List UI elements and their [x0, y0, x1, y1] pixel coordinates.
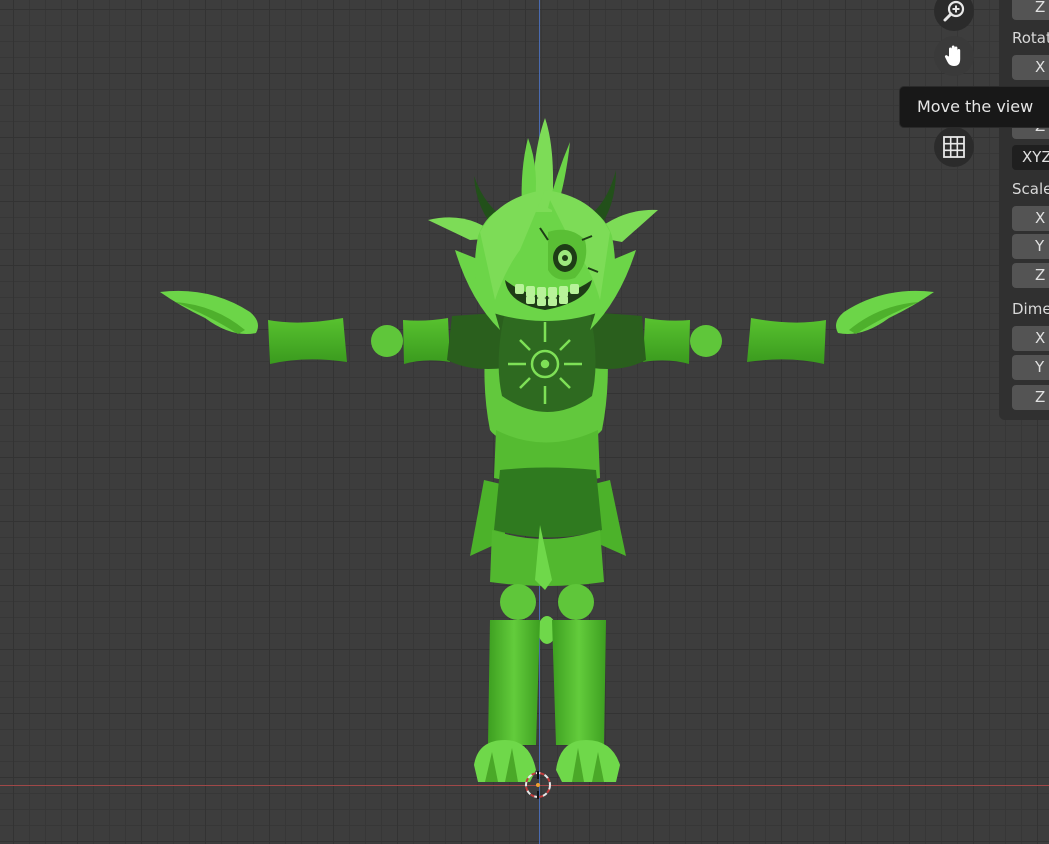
- location-z-field[interactable]: Z: [1012, 0, 1049, 20]
- transform-panel: Z Rotat X Z XYZ Scale X Y Z Dime X Y Z: [999, 0, 1049, 420]
- zoom-in-icon: [943, 0, 965, 22]
- scale-z-field[interactable]: Z: [1012, 263, 1049, 288]
- grid-icon: [943, 136, 965, 158]
- rotation-mode-dropdown[interactable]: XYZ: [1012, 145, 1049, 170]
- scale-x-field[interactable]: X: [1012, 206, 1049, 231]
- rotation-label: Rotat: [1012, 29, 1049, 47]
- 3d-viewport[interactable]: [0, 0, 1049, 844]
- toggle-orthographic-button[interactable]: [934, 127, 974, 167]
- 3d-cursor-icon[interactable]: [524, 771, 552, 799]
- scale-label: Scale: [1012, 180, 1049, 198]
- dimensions-x-field[interactable]: X: [1012, 326, 1049, 351]
- move-view-button[interactable]: [934, 36, 974, 76]
- move-view-tooltip: Move the view: [899, 86, 1049, 128]
- dimensions-z-field[interactable]: Z: [1012, 385, 1049, 410]
- rotation-x-field[interactable]: X: [1012, 55, 1049, 80]
- dimensions-label: Dime: [1012, 300, 1049, 318]
- dimensions-y-field[interactable]: Y: [1012, 355, 1049, 380]
- hand-icon: [944, 45, 961, 66]
- character-model[interactable]: [0, 0, 1049, 844]
- scale-y-field[interactable]: Y: [1012, 234, 1049, 259]
